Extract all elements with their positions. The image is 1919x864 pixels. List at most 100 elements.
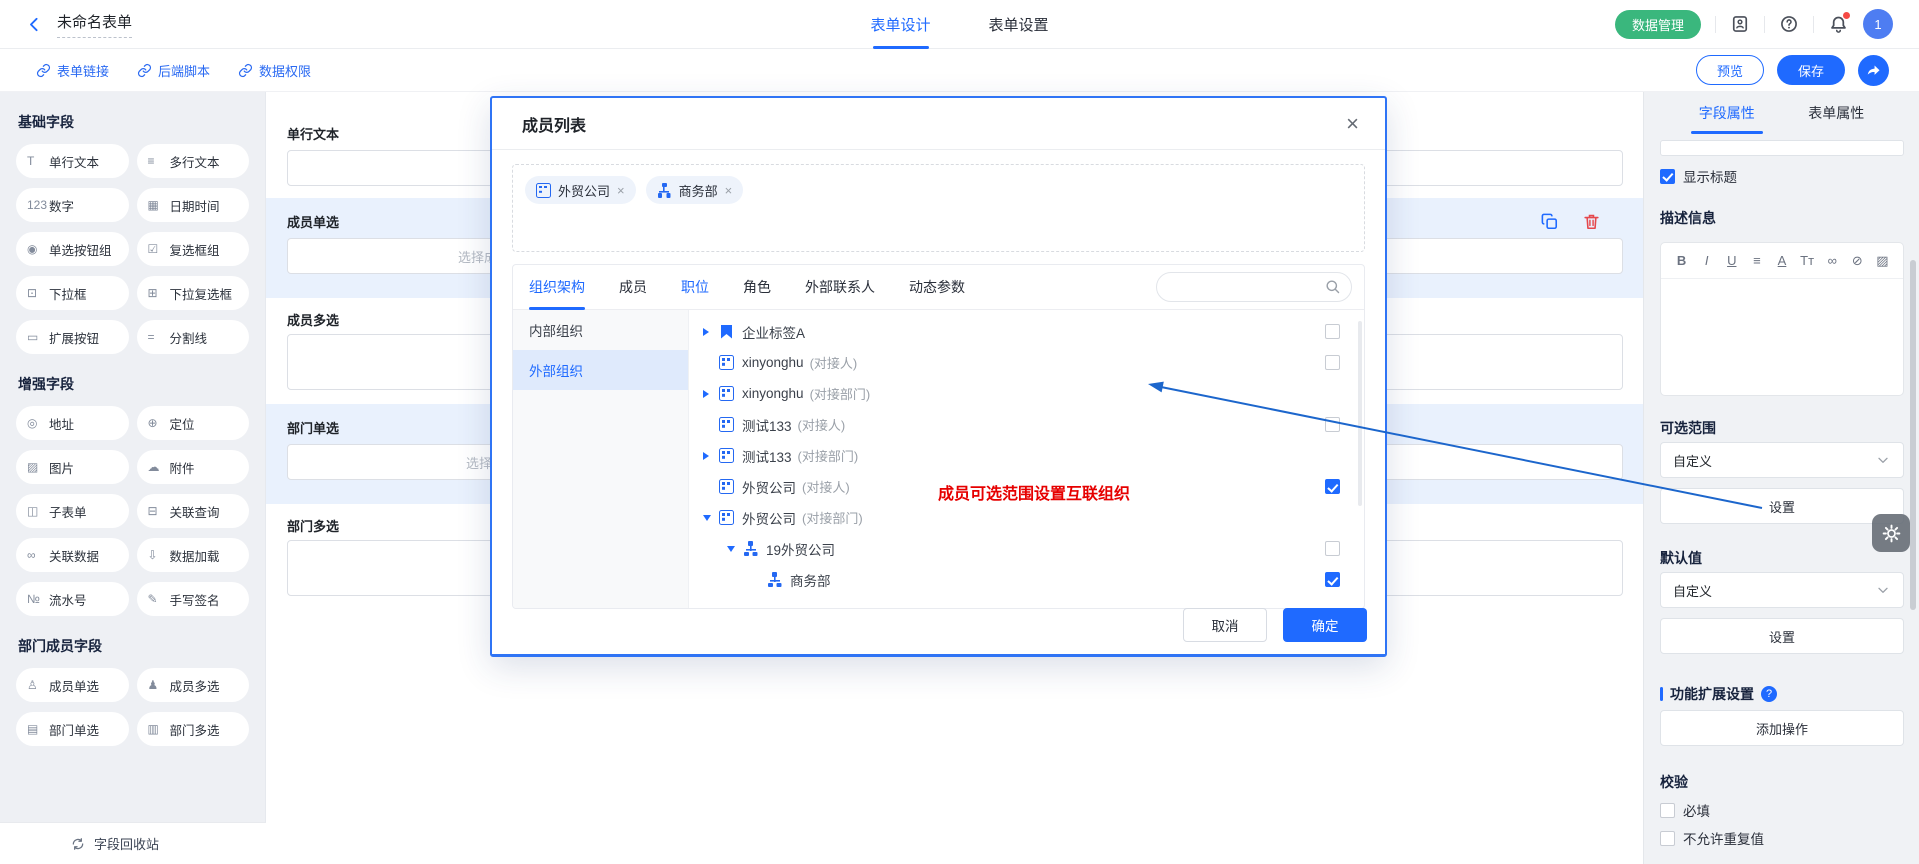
tree-node-checkbox[interactable] bbox=[1325, 417, 1340, 432]
panel-scrollbar[interactable] bbox=[1910, 260, 1916, 610]
editor-tool-button[interactable]: ⊘ bbox=[1846, 249, 1869, 273]
tree-row[interactable]: 测试133 (对接部门) bbox=[689, 440, 1365, 471]
field-type-pill[interactable]: ⇩ 数据加载 bbox=[137, 538, 250, 572]
field-type-pill[interactable]: T 单行文本 bbox=[16, 144, 129, 178]
org-scope-item[interactable]: 外部组织 bbox=[513, 350, 688, 390]
share-button[interactable] bbox=[1858, 55, 1889, 86]
required-checkbox-row[interactable]: 必填 bbox=[1660, 800, 1710, 820]
tree-scrollbar[interactable] bbox=[1358, 321, 1362, 506]
field-type-pill[interactable]: 123 数字 bbox=[16, 188, 129, 222]
close-icon[interactable]: × bbox=[1346, 113, 1359, 135]
field-type-pill[interactable]: ☁ 附件 bbox=[137, 450, 250, 484]
tree-arrow-slot[interactable] bbox=[703, 452, 719, 460]
field-type-pill[interactable]: ♙ 成员单选 bbox=[16, 668, 129, 702]
tree-row[interactable]: 企业标签A bbox=[689, 316, 1365, 347]
editor-tool-button[interactable]: B bbox=[1670, 249, 1693, 273]
notifications-button[interactable] bbox=[1828, 14, 1849, 35]
field-type-pill[interactable]: ⊡ 下拉框 bbox=[16, 276, 129, 310]
tree-node-checkbox[interactable] bbox=[1325, 541, 1340, 556]
tree-arrow-slot[interactable] bbox=[703, 328, 719, 336]
field-type-pill[interactable]: ▭ 扩展按钮 bbox=[16, 320, 129, 354]
field-type-pill[interactable]: ▦ 日期时间 bbox=[137, 188, 250, 222]
back-button[interactable] bbox=[26, 15, 43, 32]
cancel-button[interactable]: 取消 bbox=[1183, 608, 1267, 642]
field-type-pill[interactable]: ▥ 部门多选 bbox=[137, 712, 250, 746]
picker-tab[interactable]: 职位 bbox=[681, 265, 709, 310]
tree-arrow-slot[interactable] bbox=[703, 390, 719, 398]
help-badge-icon[interactable]: ? bbox=[1761, 686, 1777, 702]
default-value-select[interactable]: 自定义 bbox=[1660, 572, 1904, 608]
search-input[interactable] bbox=[1156, 272, 1352, 302]
editor-tool-button[interactable]: Tт bbox=[1796, 249, 1819, 273]
field-type-pill[interactable]: = 分割线 bbox=[137, 320, 250, 354]
tree-row[interactable]: 19外贸公司 bbox=[689, 533, 1365, 564]
duplicate-field-button[interactable] bbox=[1540, 212, 1559, 231]
tree-row[interactable]: xinyonghu (对接人) bbox=[689, 347, 1365, 378]
picker-tab[interactable]: 动态参数 bbox=[909, 265, 965, 310]
main-nav-tab[interactable]: 表单设计 bbox=[870, 0, 930, 49]
no-duplicate-checkbox[interactable] bbox=[1660, 831, 1675, 846]
remove-tag-icon[interactable]: × bbox=[617, 183, 625, 198]
range-select[interactable]: 自定义 bbox=[1660, 442, 1904, 478]
field-type-pill[interactable]: ♟ 成员多选 bbox=[137, 668, 250, 702]
default-settings-button[interactable]: 设置 bbox=[1660, 618, 1904, 654]
properties-tab[interactable]: 字段属性 bbox=[1699, 92, 1755, 134]
show-title-checkbox-row[interactable]: 显示标题 bbox=[1660, 166, 1737, 186]
field-type-pill[interactable]: ◉ 单选按钮组 bbox=[16, 232, 129, 266]
field-type-pill[interactable]: ▤ 部门单选 bbox=[16, 712, 129, 746]
quick-link[interactable]: 后端脚本 bbox=[137, 61, 210, 80]
field-type-pill[interactable]: ✎ 手写签名 bbox=[137, 582, 250, 616]
remove-tag-icon[interactable]: × bbox=[725, 183, 733, 198]
tree-node-checkbox[interactable] bbox=[1325, 479, 1340, 494]
field-type-pill[interactable]: ⊟ 关联查询 bbox=[137, 494, 250, 528]
title-input-partial[interactable] bbox=[1660, 140, 1904, 156]
main-nav-tab[interactable]: 表单设置 bbox=[989, 0, 1049, 49]
delete-field-button[interactable] bbox=[1582, 212, 1601, 231]
tree-row[interactable]: 外贸公司 (对接部门) bbox=[689, 502, 1365, 533]
editor-tool-button[interactable]: ≡ bbox=[1745, 249, 1768, 273]
selected-items-area[interactable]: 外贸公司 × 商务部 × bbox=[512, 164, 1365, 252]
picker-tab[interactable]: 组织架构 bbox=[529, 265, 585, 310]
description-editor[interactable]: BIU≡ATт∞⊘▨ bbox=[1660, 242, 1904, 396]
editor-tool-button[interactable]: A bbox=[1770, 249, 1793, 273]
field-type-pill[interactable]: ☑ 复选框组 bbox=[137, 232, 250, 266]
picker-tab[interactable]: 角色 bbox=[743, 265, 771, 310]
quick-link[interactable]: 表单链接 bbox=[36, 61, 109, 80]
user-avatar[interactable]: 1 bbox=[1863, 9, 1893, 39]
field-type-pill[interactable]: ⊞ 下拉复选框 bbox=[137, 276, 250, 310]
tree-node-checkbox[interactable] bbox=[1325, 355, 1340, 370]
show-title-checkbox[interactable] bbox=[1660, 169, 1675, 184]
preview-button[interactable]: 预览 bbox=[1696, 55, 1764, 85]
range-settings-button[interactable]: 设置 bbox=[1660, 488, 1904, 524]
tree-row[interactable]: 测试133 (对接人) bbox=[689, 409, 1365, 440]
tree-arrow-slot[interactable] bbox=[703, 515, 719, 521]
tree-node-checkbox[interactable] bbox=[1325, 324, 1340, 339]
field-recycle-bin[interactable]: 字段回收站 bbox=[0, 822, 266, 864]
picker-tab[interactable]: 成员 bbox=[619, 265, 647, 310]
field-type-pill[interactable]: ⊕ 定位 bbox=[137, 406, 250, 440]
contacts-button[interactable] bbox=[1730, 14, 1750, 34]
theme-settings-fab[interactable] bbox=[1872, 514, 1910, 552]
editor-tool-button[interactable]: ∞ bbox=[1821, 249, 1844, 273]
quick-link[interactable]: 数据权限 bbox=[238, 61, 311, 80]
tree-row[interactable]: xinyonghu (对接部门) bbox=[689, 378, 1365, 409]
org-scope-item[interactable]: 内部组织 bbox=[513, 310, 688, 350]
help-button[interactable] bbox=[1779, 14, 1799, 34]
tree-node-checkbox[interactable] bbox=[1325, 572, 1340, 587]
field-type-pill[interactable]: № 流水号 bbox=[16, 582, 129, 616]
no-duplicate-checkbox-row[interactable]: 不允许重复值 bbox=[1660, 828, 1764, 848]
field-type-pill[interactable]: ≡ 多行文本 bbox=[137, 144, 250, 178]
field-type-pill[interactable]: ◎ 地址 bbox=[16, 406, 129, 440]
tree-row[interactable]: 商务部 bbox=[689, 564, 1365, 595]
confirm-button[interactable]: 确定 bbox=[1283, 608, 1367, 642]
editor-tool-button[interactable]: I bbox=[1695, 249, 1718, 273]
add-action-button[interactable]: 添加操作 bbox=[1660, 710, 1904, 746]
picker-tab[interactable]: 外部联系人 bbox=[805, 265, 875, 310]
field-type-pill[interactable]: ▨ 图片 bbox=[16, 450, 129, 484]
selected-tag[interactable]: 外贸公司 × bbox=[525, 176, 636, 204]
required-checkbox[interactable] bbox=[1660, 803, 1675, 818]
tree-arrow-slot[interactable] bbox=[727, 546, 743, 552]
field-type-pill[interactable]: ◫ 子表单 bbox=[16, 494, 129, 528]
editor-tool-button[interactable]: U bbox=[1720, 249, 1743, 273]
field-type-pill[interactable]: ∞ 关联数据 bbox=[16, 538, 129, 572]
